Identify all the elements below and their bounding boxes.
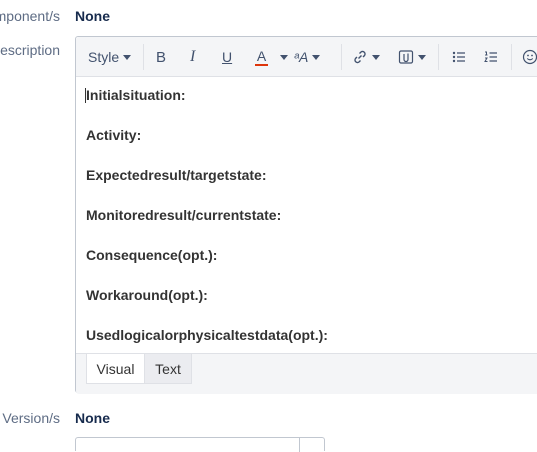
underline-icon: U [222, 49, 233, 65]
editor-mode-bar: Visual Text [76, 353, 537, 394]
attachment-button[interactable] [398, 45, 426, 69]
tab-text[interactable]: Text [145, 354, 192, 384]
components-value: None [75, 8, 110, 24]
next-field-input[interactable] [75, 437, 325, 452]
chevron-down-icon [280, 54, 288, 60]
content-line-initial-situation: Initialsituation: [86, 87, 186, 103]
bold-icon: B [156, 48, 167, 66]
content-line-expected-result: Expectedresult/targetstate: [86, 167, 267, 183]
chevron-down-icon [372, 54, 380, 60]
bold-button[interactable]: B [156, 45, 166, 69]
style-dropdown-label: Style [88, 49, 120, 65]
emoticon-button[interactable] [522, 45, 537, 69]
content-line-workaround: Workaround(opt.): [86, 287, 208, 303]
italic-icon: I [190, 48, 196, 65]
chevron-down-icon [123, 54, 132, 60]
style-dropdown[interactable]: Style [88, 45, 132, 69]
content-line-consequence: Consequence(opt.): [86, 247, 218, 263]
tab-visual[interactable]: Visual [86, 354, 145, 384]
editor-content[interactable]: Initialsituation: Activity: Expectedresu… [86, 87, 328, 367]
description-label: Description [0, 42, 60, 58]
editor-toolbar: Style B I U A ᵃA [76, 37, 537, 77]
toolbar-divider [143, 44, 144, 70]
emoticon-icon [522, 49, 537, 65]
toolbar-divider [438, 44, 439, 70]
more-formatting-button[interactable]: ᵃA [294, 45, 321, 69]
bullet-list-button[interactable] [451, 45, 467, 69]
chevron-down-icon [312, 54, 321, 60]
toolbar-divider [511, 44, 512, 70]
input-divider [299, 438, 300, 452]
text-color-swatch [255, 63, 268, 66]
text-color-button[interactable]: A [255, 45, 268, 69]
description-editor[interactable]: Style B I U A ᵃA Initialsituation: Activ… [75, 36, 537, 394]
attachment-icon [398, 50, 414, 64]
numbered-list-button[interactable] [483, 45, 499, 69]
chevron-down-icon [418, 54, 426, 60]
more-formatting-icon: ᵃA [294, 49, 309, 65]
content-line-monitored-result: Monitoredresult/currentstate: [86, 207, 282, 223]
text-color-dropdown[interactable] [276, 45, 288, 69]
fix-versions-value: None [75, 410, 110, 426]
toolbar-divider [341, 44, 342, 70]
link-button[interactable] [352, 45, 380, 69]
italic-button[interactable]: I [190, 45, 195, 69]
components-label: Component/s [0, 8, 60, 24]
link-icon [354, 50, 366, 64]
underline-button[interactable]: U [222, 45, 232, 69]
text-color-icon: A [256, 47, 267, 64]
fix-versions-label: Fix Version/s [0, 410, 60, 426]
content-line-activity: Activity: [86, 127, 142, 143]
bullet-list-icon [452, 51, 465, 63]
numbered-list-icon [484, 51, 497, 62]
